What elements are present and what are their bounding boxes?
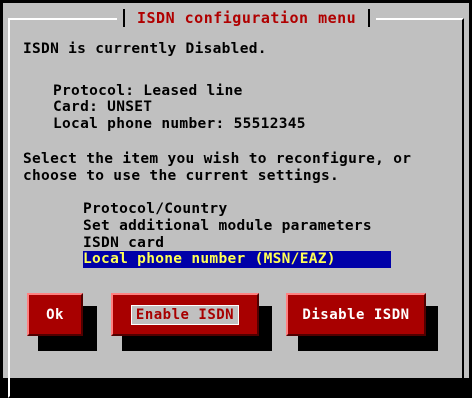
isdn-config-dialog: ISDN configuration menu ISDN is currentl… xyxy=(3,3,469,398)
instructions-line-1: Select the item you wish to reconfigure,… xyxy=(23,151,412,167)
title-wrap: ISDN configuration menu xyxy=(117,9,377,27)
menu-item-protocol-country[interactable]: Protocol/Country xyxy=(83,201,227,218)
enable-isdn-label: Enable ISDN xyxy=(130,304,240,325)
menu-item-local-phone-number[interactable]: Local phone number (MSN/EAZ) xyxy=(83,251,391,268)
enable-isdn-button[interactable]: Enable ISDN xyxy=(111,293,259,336)
disable-isdn-label: Disable ISDN xyxy=(302,306,410,323)
ok-button[interactable]: Ok xyxy=(27,293,83,336)
disable-isdn-button[interactable]: Disable ISDN xyxy=(286,293,426,336)
card-text: Card: UNSET xyxy=(53,99,153,115)
protocol-text: Protocol: Leased line xyxy=(53,83,243,99)
phone-text: Local phone number: 55512345 xyxy=(53,116,306,132)
dialog-title: ISDN configuration menu xyxy=(137,9,357,27)
title-right-bar xyxy=(368,9,371,27)
status-text: ISDN is currently Disabled. xyxy=(23,41,267,57)
menu-item-isdn-card[interactable]: ISDN card xyxy=(83,235,164,252)
menu-item-module-parameters[interactable]: Set additional module parameters xyxy=(83,218,372,235)
ok-button-label: Ok xyxy=(46,306,64,323)
instructions-line-2: choose to use the current settings. xyxy=(23,168,340,184)
